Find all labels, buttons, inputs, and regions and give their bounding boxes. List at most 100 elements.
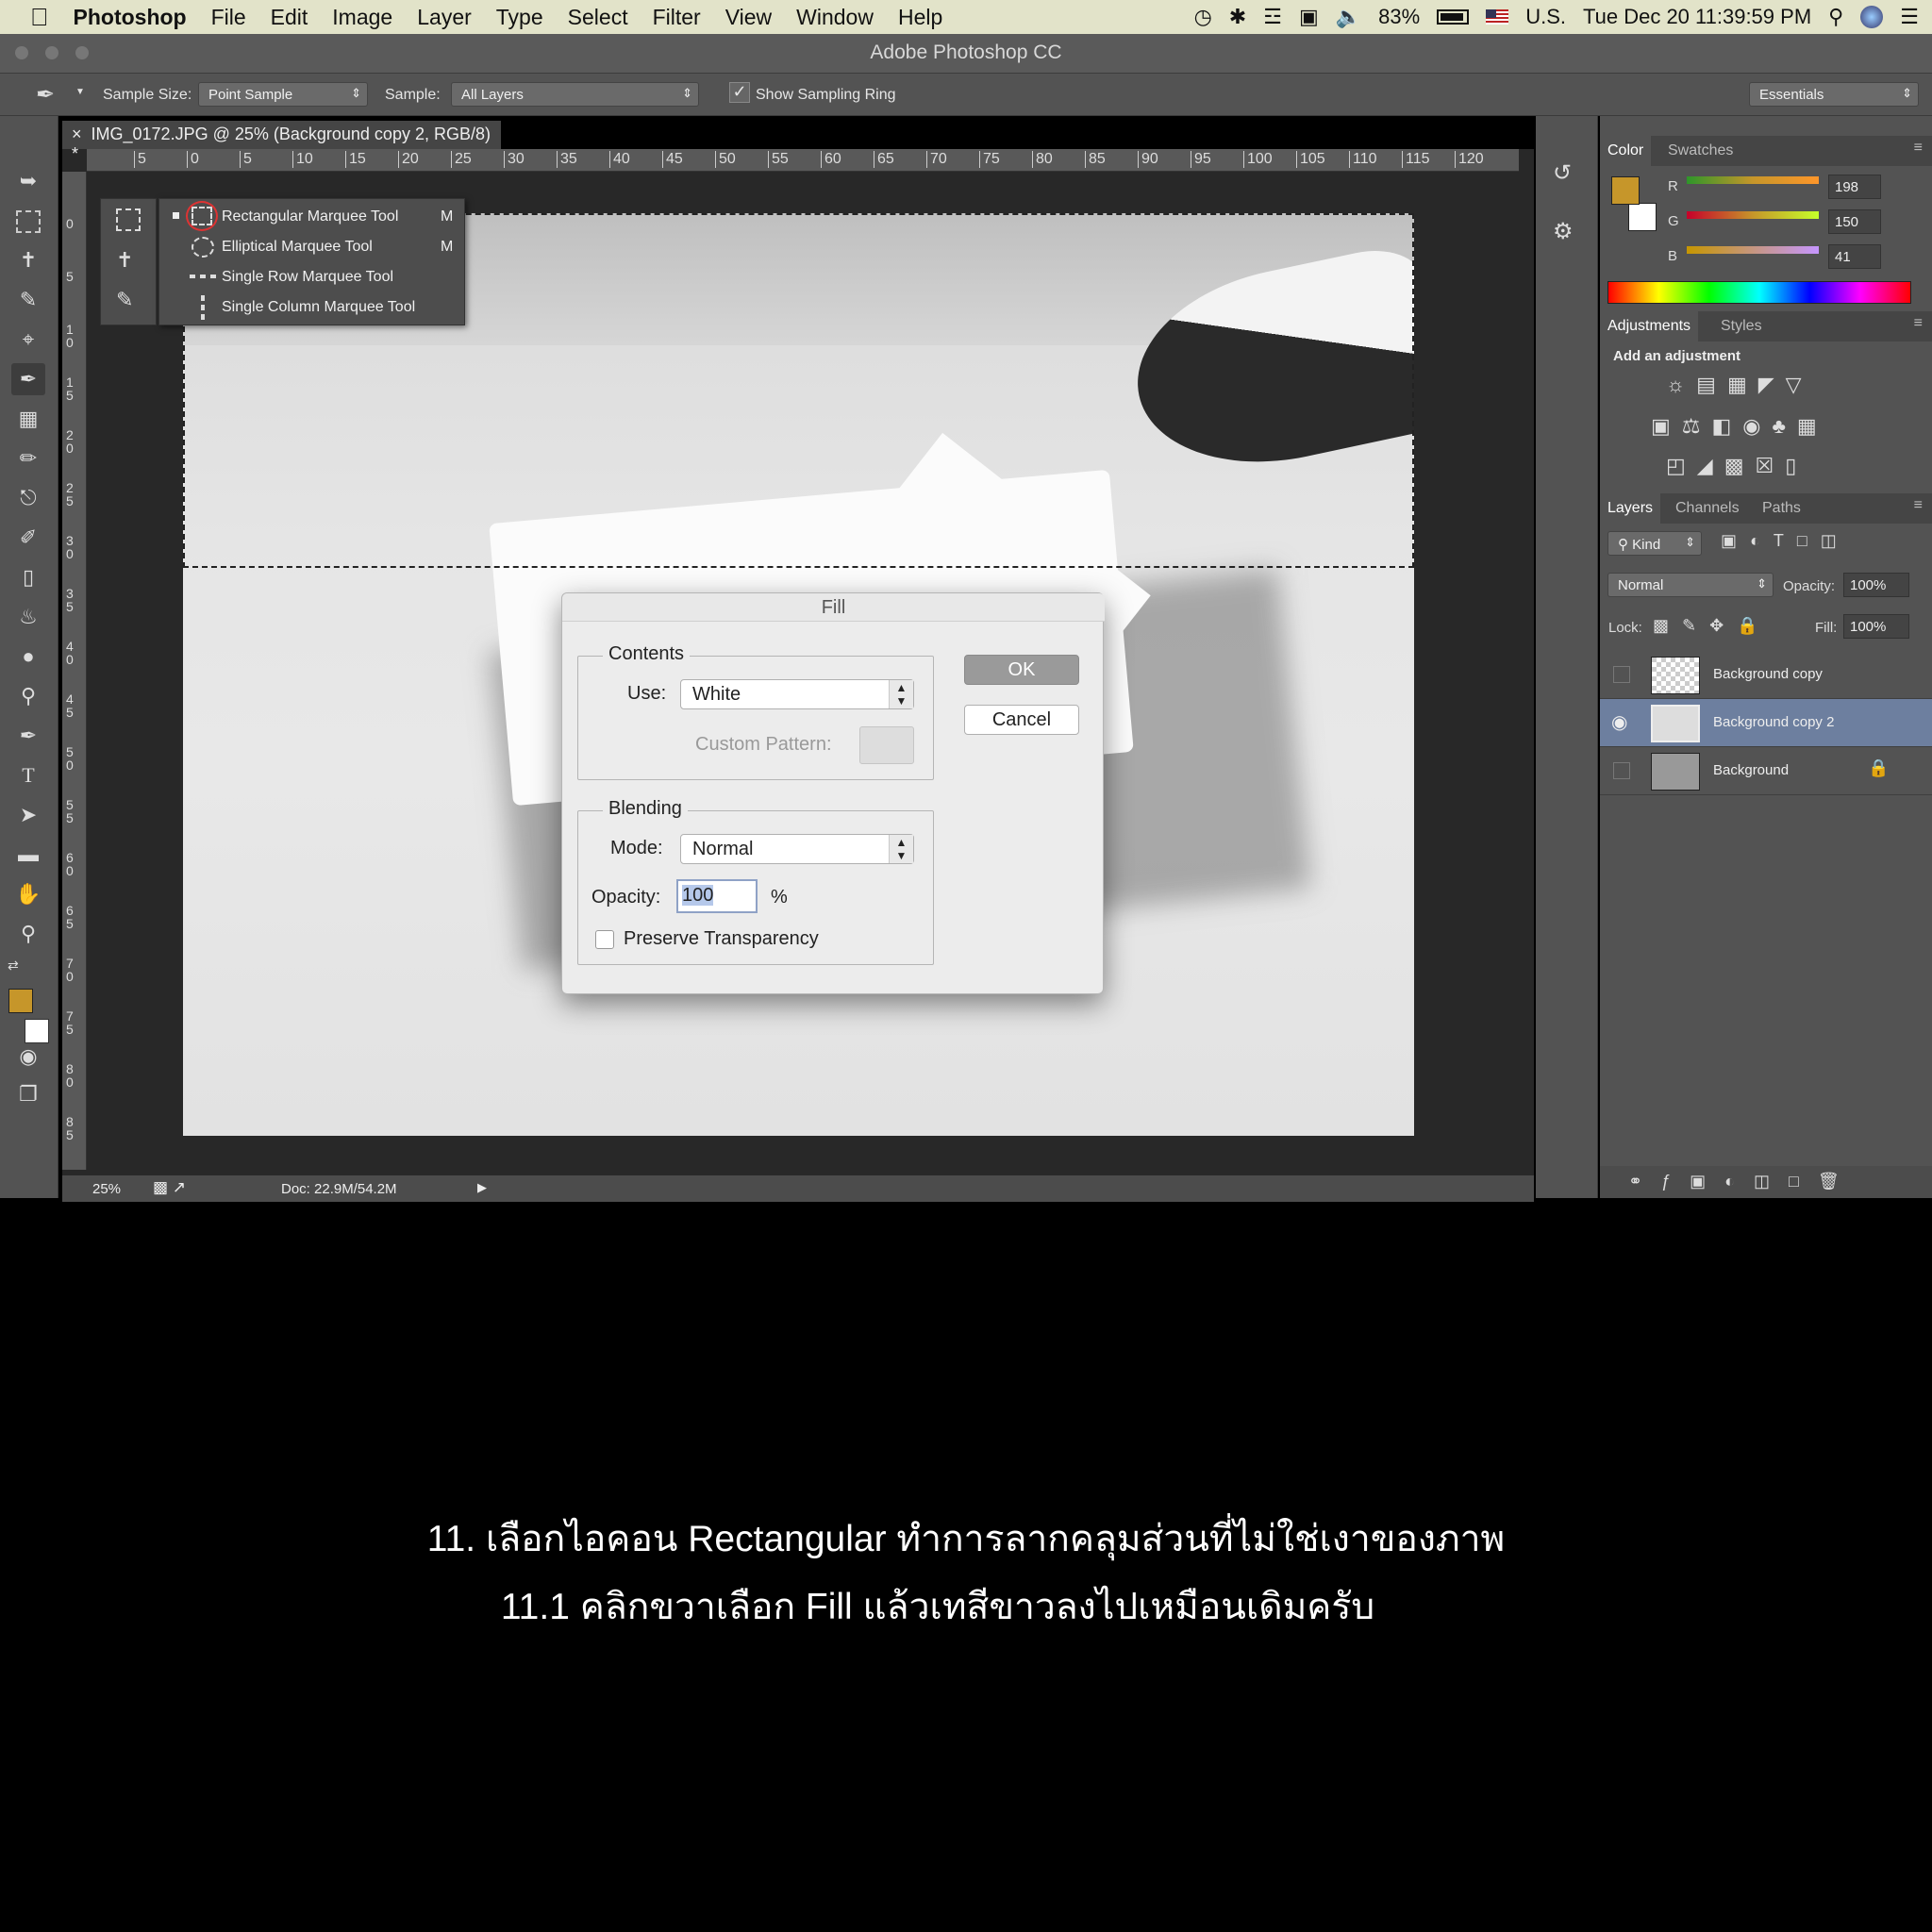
- zoom-level[interactable]: 25%: [92, 1181, 121, 1197]
- eye-icon[interactable]: ◉: [1611, 710, 1627, 734]
- use-select[interactable]: White ▲ ▼: [680, 679, 914, 709]
- clone-stamp-tool-icon[interactable]: ⎋: [11, 482, 45, 514]
- marquee-tool-icon[interactable]: [16, 210, 41, 233]
- siri-icon[interactable]: [1860, 6, 1884, 28]
- menu-edit[interactable]: Edit: [271, 5, 308, 30]
- crop-tool-icon[interactable]: ⌖: [11, 324, 45, 356]
- notification-center-icon[interactable]: ☰: [1900, 5, 1919, 29]
- wifi-icon[interactable]: ☲: [1263, 5, 1282, 29]
- menu-filter[interactable]: Filter: [653, 5, 701, 30]
- flyout-item-single-column-marquee[interactable]: Single Column Marquee Tool: [169, 293, 452, 324]
- adjustment-icons-row2[interactable]: ▣⚖◧◉♣▦: [1651, 414, 1828, 439]
- lock-icons[interactable]: ▩✎✥🔒: [1653, 616, 1772, 636]
- layer-filter-select[interactable]: ⚲ Kind ⇕: [1607, 531, 1702, 556]
- move-tool-icon[interactable]: ➥: [11, 165, 45, 197]
- cancel-button[interactable]: Cancel: [964, 705, 1079, 735]
- g-slider[interactable]: [1687, 211, 1819, 219]
- layer-row-selected[interactable]: ◉ Background copy 2: [1600, 699, 1932, 747]
- input-source[interactable]: U.S.: [1525, 5, 1566, 29]
- r-value[interactable]: 198: [1828, 175, 1881, 199]
- layer-filter-icons[interactable]: ▣◐T□◫: [1721, 531, 1850, 551]
- opacity-input[interactable]: 100: [676, 879, 758, 913]
- layer-fill-value[interactable]: 100%: [1843, 614, 1909, 639]
- close-tab-icon[interactable]: ×: [72, 125, 82, 143]
- quick-selection-tool-icon[interactable]: ✎: [11, 284, 45, 316]
- swap-colors-icon[interactable]: ⇄: [8, 958, 19, 974]
- layer-visibility-toggle[interactable]: [1613, 666, 1630, 683]
- document-tab[interactable]: × IMG_0172.JPG @ 25% (Background copy 2, …: [62, 121, 501, 163]
- flyout-item-rectangular-marquee[interactable]: Rectangular Marquee Tool M: [169, 201, 453, 233]
- status-icons[interactable]: ▩ ↗: [153, 1178, 186, 1197]
- eyedropper-icon[interactable]: ✒: [36, 81, 55, 108]
- b-slider[interactable]: [1687, 246, 1819, 254]
- show-sampling-ring-checkbox[interactable]: ✓: [729, 82, 750, 103]
- bluetooth-icon[interactable]: ✱: [1229, 5, 1246, 29]
- menu-window[interactable]: Window: [796, 5, 874, 30]
- ok-button[interactable]: OK: [964, 655, 1079, 685]
- flyout-item-elliptical-marquee[interactable]: Elliptical Marquee Tool M: [169, 233, 453, 263]
- layer-opacity-value[interactable]: 100%: [1843, 573, 1909, 597]
- g-value[interactable]: 150: [1828, 209, 1881, 234]
- panel-menu-icon[interactable]: ≡: [1914, 497, 1923, 514]
- menu-help[interactable]: Help: [898, 5, 942, 30]
- menu-layer[interactable]: Layer: [417, 5, 472, 30]
- paint-bucket-tool-icon[interactable]: ♨: [11, 601, 45, 633]
- status-menu-arrow-icon[interactable]: ▶: [477, 1180, 487, 1195]
- layer-row[interactable]: Background copy: [1600, 651, 1932, 699]
- eyedropper-tool-icon[interactable]: ✒: [11, 363, 45, 395]
- brush-tool-icon[interactable]: ✏: [11, 442, 45, 475]
- r-slider[interactable]: [1687, 176, 1819, 184]
- history-panel-icon[interactable]: ↺: [1553, 159, 1572, 187]
- tab-layers[interactable]: Layers: [1600, 493, 1661, 524]
- menu-view[interactable]: View: [725, 5, 772, 30]
- quick-mask-icon[interactable]: ◉: [11, 1041, 45, 1073]
- history-brush-tool-icon[interactable]: ✐: [11, 522, 45, 554]
- hand-tool-icon[interactable]: ✋: [11, 878, 45, 910]
- menu-image[interactable]: Image: [332, 5, 392, 30]
- sample-select[interactable]: All Layers ⇕: [451, 82, 699, 107]
- zoom-tool-icon[interactable]: ⚲: [11, 918, 45, 950]
- screen-mode-icon[interactable]: ❐: [11, 1078, 45, 1110]
- pen-tool-icon[interactable]: ✒: [11, 720, 45, 752]
- healing-brush-tool-icon[interactable]: ▦: [11, 403, 45, 435]
- preserve-transparency-checkbox[interactable]: [595, 930, 614, 949]
- foreground-color-swatch[interactable]: [8, 989, 33, 1013]
- mode-select[interactable]: Normal ▲ ▼: [680, 834, 914, 864]
- tab-paths[interactable]: Paths: [1762, 500, 1801, 517]
- adjustment-icons-row3[interactable]: ◰◢▩☒▯: [1666, 454, 1807, 478]
- flyout-item-single-row-marquee[interactable]: Single Row Marquee Tool: [169, 263, 452, 293]
- tab-color[interactable]: Color: [1600, 136, 1652, 166]
- layer-blend-mode-select[interactable]: Normal ⇕: [1607, 573, 1774, 597]
- rectangle-tool-icon[interactable]: ▬: [11, 839, 45, 871]
- clock[interactable]: Tue Dec 20 11:39:59 PM: [1583, 5, 1811, 29]
- menu-file[interactable]: File: [211, 5, 246, 30]
- volume-icon[interactable]: 🔈: [1336, 5, 1361, 29]
- dodge-tool-icon[interactable]: ⚲: [11, 680, 45, 712]
- b-value[interactable]: 41: [1828, 244, 1881, 269]
- menu-type[interactable]: Type: [496, 5, 543, 30]
- battery-icon[interactable]: [1437, 9, 1470, 25]
- tab-channels[interactable]: Channels: [1675, 500, 1740, 517]
- menu-app-name[interactable]: Photoshop: [74, 5, 187, 30]
- color-spectrum[interactable]: [1607, 281, 1911, 304]
- tab-adjustments[interactable]: Adjustments: [1600, 311, 1699, 341]
- tab-styles[interactable]: Styles: [1721, 318, 1762, 335]
- airplay-icon[interactable]: ▣: [1299, 5, 1319, 29]
- tool-preset-arrow-icon[interactable]: ▼: [75, 87, 85, 97]
- type-tool-icon[interactable]: T: [11, 759, 45, 791]
- apple-icon[interactable]: : [30, 3, 49, 32]
- blur-tool-icon[interactable]: ●: [11, 641, 45, 673]
- layer-row[interactable]: Background 🔒: [1600, 747, 1932, 795]
- time-machine-icon[interactable]: ◷: [1194, 5, 1212, 29]
- spotlight-icon[interactable]: ⚲: [1828, 5, 1843, 29]
- eraser-tool-icon[interactable]: ▯: [11, 561, 45, 593]
- layers-footer-icons[interactable]: ⚭ƒ▣◐◫□🗑: [1600, 1166, 1932, 1198]
- workspace-select[interactable]: Essentials ⇕: [1749, 82, 1919, 107]
- color-bg-swatch[interactable]: [1628, 203, 1657, 231]
- menu-select[interactable]: Select: [568, 5, 628, 30]
- layer-visibility-toggle[interactable]: [1613, 762, 1630, 779]
- panel-menu-icon[interactable]: ≡: [1914, 315, 1923, 332]
- sample-size-select[interactable]: Point Sample ⇕: [198, 82, 368, 107]
- path-selection-tool-icon[interactable]: ➤: [11, 799, 45, 831]
- lasso-tool-icon[interactable]: ✝: [11, 244, 45, 276]
